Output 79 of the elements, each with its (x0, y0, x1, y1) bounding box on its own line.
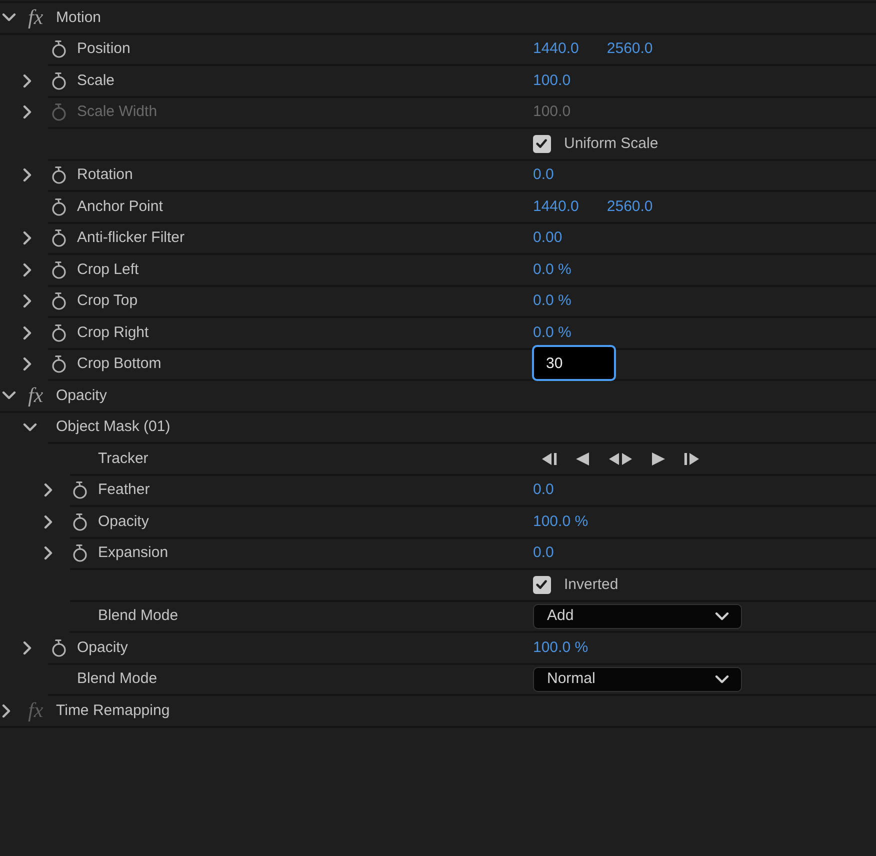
chevron-right-icon[interactable] (23, 168, 32, 182)
stopwatch-icon[interactable] (51, 638, 67, 657)
chevron-down-icon[interactable] (23, 422, 37, 432)
property-value[interactable]: 0.0 % (533, 322, 572, 344)
chevron-right-icon[interactable] (23, 640, 32, 655)
property-label: Blend Mode (98, 606, 178, 626)
fx-toggle[interactable]: fx (28, 7, 44, 28)
property-value[interactable]: 1440.0 (533, 196, 579, 218)
chevron-right-icon[interactable] (23, 357, 32, 372)
property-value[interactable]: 100.0 % (533, 510, 588, 533)
property-value[interactable]: 2560.0 (606, 196, 653, 218)
property-label: Rotation (77, 165, 133, 185)
chevron-right-icon[interactable] (44, 514, 53, 529)
property-value[interactable]: 0.0 (533, 542, 554, 564)
checkbox[interactable] (533, 576, 551, 594)
chevron-down-icon[interactable] (2, 391, 16, 400)
property-label: Anti-flicker Filter (77, 228, 185, 248)
stopwatch-icon[interactable] (51, 72, 67, 90)
property-label: Blend Mode (77, 669, 158, 689)
chevron-down-icon[interactable] (2, 13, 16, 22)
effect-label: Time Remapping (56, 700, 170, 720)
property-value[interactable]: 0.0 % (533, 258, 572, 281)
property-label: Tracker (98, 448, 148, 468)
property-value[interactable]: 2560.0 (606, 38, 653, 60)
stopwatch-icon[interactable] (51, 292, 67, 310)
property-label: Anchor Point (77, 196, 163, 216)
chevron-right-icon[interactable] (23, 74, 32, 88)
stopwatch-icon[interactable] (51, 260, 67, 279)
group-label: Object Mask (01) (56, 417, 170, 437)
property-value[interactable]: 0.0 (533, 479, 554, 502)
property-value[interactable]: 100.0 (533, 70, 571, 92)
fx-toggle[interactable]: fx (28, 385, 44, 406)
property-label: Expansion (98, 543, 168, 563)
stopwatch-icon[interactable] (51, 198, 67, 216)
stopwatch-icon[interactable] (51, 166, 67, 184)
dropdown[interactable]: Normal (533, 666, 742, 692)
play-backward-icon[interactable] (575, 452, 590, 466)
effect-label: Opacity (56, 386, 107, 406)
property-value[interactable]: 1440.0 (533, 38, 579, 60)
play-forward-icon[interactable] (651, 452, 666, 466)
caret-icon (715, 674, 729, 684)
stopwatch-icon[interactable] (51, 229, 67, 248)
property-value[interactable]: 100.0 % (533, 636, 588, 659)
caret-icon (715, 612, 729, 621)
stopwatch-icon[interactable] (51, 324, 67, 342)
chevron-right-icon[interactable] (23, 231, 32, 246)
property-label: Scale Width (77, 102, 158, 122)
checkbox-label: Uniform Scale (564, 134, 658, 154)
chevron-right-icon[interactable] (23, 326, 32, 340)
property-label: Position (77, 39, 130, 59)
chevron-right-icon[interactable] (2, 704, 11, 718)
property-value[interactable]: 0.00 (533, 227, 562, 250)
property-label: Scale (77, 70, 115, 90)
checkbox[interactable] (533, 134, 551, 153)
property-value[interactable]: 0.0 (533, 164, 554, 186)
property-label: Opacity (77, 638, 128, 658)
stopwatch-icon[interactable] (51, 40, 67, 58)
stopwatch-icon[interactable] (51, 355, 67, 374)
stopwatch-icon[interactable] (72, 544, 88, 562)
step-backward-icon[interactable] (541, 452, 557, 466)
dropdown[interactable]: Add (533, 604, 742, 629)
step-forward-icon[interactable] (684, 452, 700, 466)
property-label: Crop Bottom (77, 354, 162, 374)
effect-label: Motion (56, 8, 102, 28)
chevron-right-icon[interactable] (44, 483, 53, 498)
property-label: Opacity (98, 512, 149, 532)
checkbox-label: Inverted (564, 574, 618, 594)
property-label: Feather (98, 480, 150, 500)
property-label: Crop Right (77, 322, 149, 342)
property-value[interactable]: 0.0 % (533, 290, 572, 312)
property-label: Crop Top (77, 291, 138, 311)
chevron-right-icon[interactable] (44, 546, 53, 560)
stopwatch-icon[interactable] (72, 481, 88, 500)
chevron-right-icon[interactable] (23, 262, 32, 277)
play-both-ways-icon[interactable] (608, 452, 633, 466)
property-label: Crop Left (77, 260, 139, 280)
value-input[interactable]: 30 (532, 345, 616, 382)
stopwatch-icon[interactable] (72, 512, 88, 531)
chevron-right-icon[interactable] (23, 294, 32, 308)
